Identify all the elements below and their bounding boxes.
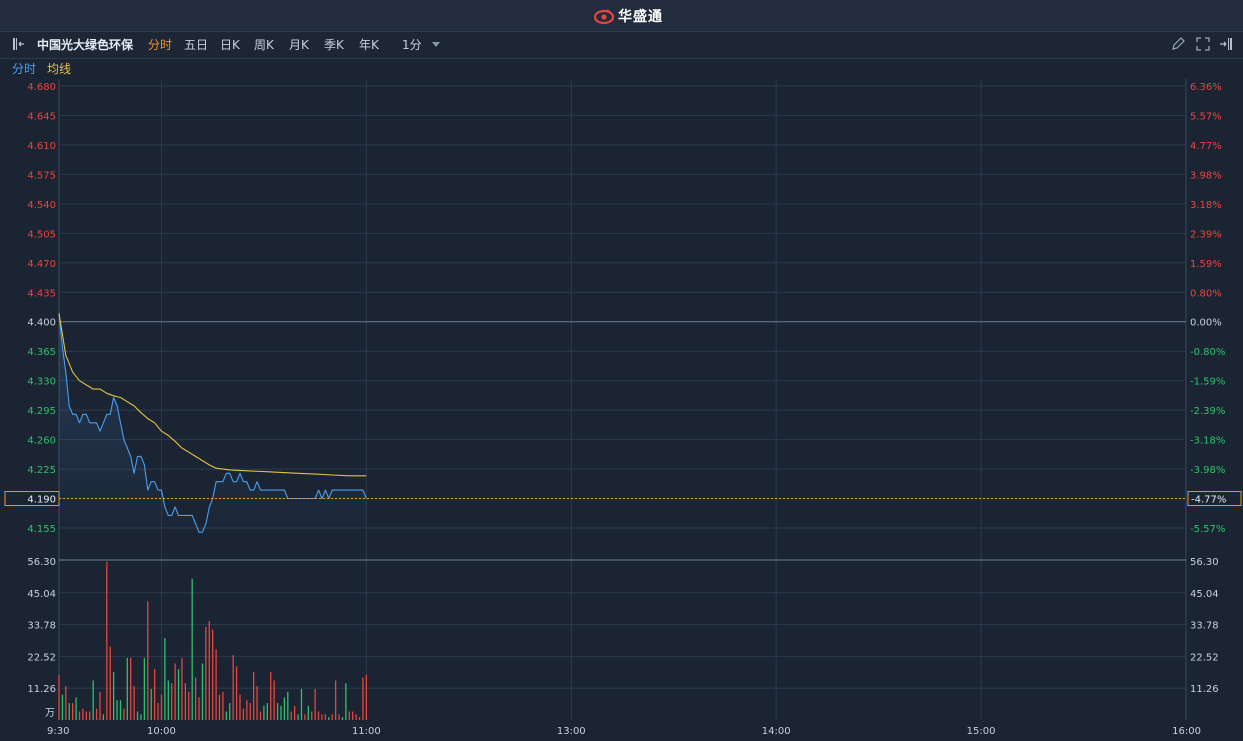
y-tick-right: 3.18% bbox=[1190, 200, 1222, 211]
y-tick-right: 4.77% bbox=[1190, 141, 1222, 152]
x-tick-label: 9:30 bbox=[47, 726, 69, 737]
vol-unit-label: 万 bbox=[45, 708, 55, 719]
x-tick-label: 14:00 bbox=[762, 726, 791, 737]
vol-tick-right: 22.52 bbox=[1190, 652, 1219, 663]
vol-tick-left: 22.52 bbox=[27, 652, 56, 663]
y-tick-right: -0.80% bbox=[1190, 347, 1225, 358]
current-pct-label: -4.77% bbox=[1191, 495, 1226, 506]
y-tick-left: 4.645 bbox=[27, 111, 56, 122]
y-tick-left: 4.225 bbox=[27, 465, 56, 476]
title-bar: 华盛通 bbox=[0, 0, 1243, 32]
vol-tick-right: 33.78 bbox=[1190, 621, 1219, 632]
vol-tick-left: 45.04 bbox=[27, 589, 56, 600]
y-tick-left: 4.400 bbox=[27, 318, 56, 329]
y-tick-right: 1.59% bbox=[1190, 259, 1222, 270]
y-tick-left: 4.505 bbox=[27, 229, 56, 240]
y-tick-left: 4.540 bbox=[27, 200, 56, 211]
y-tick-right: 2.39% bbox=[1190, 229, 1222, 240]
collapse-left-icon[interactable] bbox=[10, 36, 26, 56]
vol-tick-right: 11.26 bbox=[1190, 684, 1219, 695]
y-tick-right: 5.57% bbox=[1190, 111, 1222, 122]
fullscreen-button[interactable] bbox=[1195, 36, 1211, 56]
legend-price-line[interactable]: 分时 bbox=[12, 61, 36, 77]
x-tick-label: 11:00 bbox=[352, 726, 381, 737]
x-tick-label: 16:00 bbox=[1172, 726, 1201, 737]
y-tick-left: 4.155 bbox=[27, 524, 56, 535]
y-tick-right: 3.98% bbox=[1190, 170, 1222, 181]
panel-expand-icon bbox=[1220, 38, 1232, 50]
y-tick-right: 0.80% bbox=[1190, 288, 1222, 299]
y-tick-right: -1.59% bbox=[1190, 377, 1225, 388]
y-tick-left: 4.330 bbox=[27, 377, 56, 388]
y-tick-right: -5.57% bbox=[1190, 524, 1225, 535]
x-tick-label: 10:00 bbox=[147, 726, 176, 737]
tab-period-3[interactable]: 周K bbox=[254, 37, 274, 53]
current-price-label: 4.190 bbox=[27, 495, 56, 506]
panel-collapse-icon bbox=[13, 38, 24, 50]
tab-period-0[interactable]: 分时 bbox=[148, 37, 172, 53]
y-tick-left: 4.575 bbox=[27, 170, 56, 181]
y-tick-left: 4.610 bbox=[27, 141, 56, 152]
y-tick-right: 0.00% bbox=[1190, 318, 1222, 329]
vol-tick-left: 33.78 bbox=[27, 621, 56, 632]
legend-avg-line[interactable]: 均线 bbox=[47, 61, 71, 77]
intraday-chart[interactable]: 4.680 4.645 4.610 4.575 4.540 4.505 4.470 4.435… bbox=[0, 79, 1243, 741]
y-tick-left: 4.435 bbox=[27, 288, 56, 299]
draw-pencil-icon[interactable] bbox=[1170, 36, 1186, 56]
tab-period-5[interactable]: 季K bbox=[324, 37, 344, 53]
tab-period-6[interactable]: 年K bbox=[359, 37, 379, 53]
y-tick-left: 4.470 bbox=[27, 259, 56, 270]
vol-tick-left: 11.26 bbox=[27, 684, 56, 695]
y-tick-right: -3.98% bbox=[1190, 465, 1225, 476]
y-tick-right: -2.39% bbox=[1190, 406, 1225, 417]
collapse-right-button[interactable] bbox=[1218, 36, 1234, 56]
expand-icon bbox=[1196, 37, 1210, 51]
app-logo: 华盛通 bbox=[594, 6, 663, 26]
x-tick-label: 15:00 bbox=[967, 726, 996, 737]
y-tick-left: 4.295 bbox=[27, 406, 56, 417]
interval-select[interactable]: 1分 bbox=[402, 37, 441, 53]
x-tick-label: 13:00 bbox=[557, 726, 586, 737]
tab-period-4[interactable]: 月K bbox=[289, 37, 309, 53]
y-tick-right: 6.36% bbox=[1190, 82, 1222, 93]
tab-period-1[interactable]: 五日 bbox=[184, 37, 208, 53]
interval-value: 1分 bbox=[402, 38, 422, 52]
y-tick-left: 4.680 bbox=[27, 82, 56, 93]
indicator-legend: 分时 均线 bbox=[0, 59, 1243, 79]
chevron-down-icon bbox=[432, 42, 441, 47]
logo-icon bbox=[594, 9, 614, 24]
app-window: 华盛通 中国光大绿色环保 分时 五日 日K 周K 月K 季K 年K 1分 分时 … bbox=[0, 0, 1243, 741]
app-name: 华盛通 bbox=[618, 9, 663, 25]
tab-period-2[interactable]: 日K bbox=[220, 37, 240, 53]
vol-tick-left: 56.30 bbox=[27, 557, 56, 568]
y-tick-left: 4.260 bbox=[27, 436, 56, 447]
y-tick-left: 4.365 bbox=[27, 347, 56, 358]
vol-tick-right: 45.04 bbox=[1190, 589, 1219, 600]
vol-tick-right: 56.30 bbox=[1190, 557, 1219, 568]
pencil-icon bbox=[1172, 37, 1185, 50]
stock-name: 中国光大绿色环保 bbox=[37, 38, 134, 52]
chart-toolbar: 中国光大绿色环保 分时 五日 日K 周K 月K 季K 年K 1分 bbox=[0, 32, 1243, 59]
y-tick-right: -3.18% bbox=[1190, 436, 1225, 447]
